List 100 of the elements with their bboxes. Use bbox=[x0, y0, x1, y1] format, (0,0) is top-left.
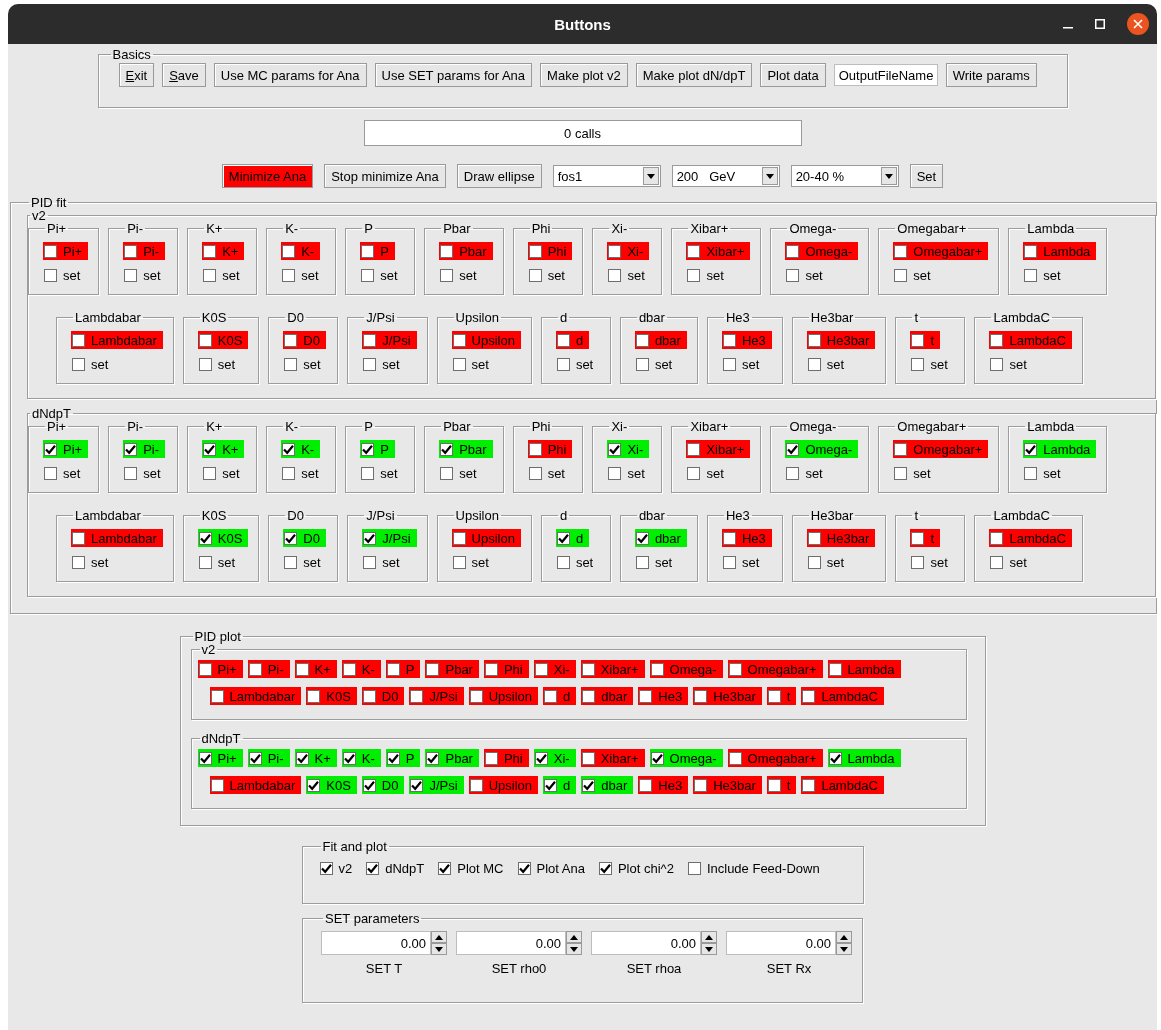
checkbox[interactable] bbox=[72, 531, 85, 545]
checkbox[interactable] bbox=[534, 751, 548, 765]
checkbox[interactable] bbox=[786, 466, 800, 480]
checkbox[interactable] bbox=[282, 466, 296, 480]
checkbox[interactable] bbox=[894, 244, 908, 258]
increment-button[interactable] bbox=[431, 931, 447, 943]
checkbox[interactable] bbox=[361, 244, 375, 258]
checkbox[interactable] bbox=[342, 751, 356, 765]
checkbox[interactable] bbox=[452, 333, 466, 347]
checkbox-option[interactable]: set bbox=[721, 553, 761, 572]
checkbox[interactable] bbox=[410, 689, 424, 703]
particle-toggle[interactable]: D0 bbox=[283, 331, 326, 349]
particle-toggle[interactable]: D0 bbox=[283, 529, 326, 547]
toolbar-button[interactable]: Exit bbox=[118, 63, 155, 87]
checkbox[interactable] bbox=[342, 662, 356, 676]
checkbox[interactable] bbox=[386, 662, 400, 676]
checkbox[interactable] bbox=[728, 662, 742, 676]
checkbox-option[interactable]: set bbox=[555, 553, 595, 571]
checkbox-option[interactable]: set bbox=[202, 464, 241, 482]
checkbox[interactable] bbox=[517, 861, 531, 875]
particle-toggle[interactable]: t bbox=[910, 529, 941, 547]
particle-toggle[interactable]: K+ bbox=[202, 242, 245, 260]
particle-toggle[interactable]: Pbar bbox=[439, 440, 493, 458]
checkbox[interactable] bbox=[1024, 442, 1038, 456]
checkbox[interactable] bbox=[687, 244, 701, 258]
checkbox-option[interactable]: set bbox=[989, 553, 1028, 572]
checkbox[interactable] bbox=[72, 358, 85, 371]
checkbox-option[interactable]: set bbox=[451, 355, 490, 374]
checkbox[interactable] bbox=[124, 269, 138, 282]
particle-toggle[interactable]: J/Psi bbox=[409, 687, 464, 705]
particle-toggle[interactable]: Pi+ bbox=[43, 440, 89, 458]
checkbox[interactable] bbox=[556, 531, 570, 545]
checkbox[interactable] bbox=[528, 269, 542, 282]
checkbox[interactable] bbox=[534, 662, 548, 676]
checkbox[interactable] bbox=[469, 689, 483, 703]
checkbox[interactable] bbox=[386, 751, 400, 765]
decrement-button[interactable] bbox=[566, 943, 582, 955]
checkbox[interactable] bbox=[728, 751, 742, 765]
particle-toggle[interactable]: Pbar bbox=[425, 660, 479, 678]
increment-button[interactable] bbox=[566, 931, 582, 943]
checkbox[interactable] bbox=[608, 269, 622, 282]
particle-toggle[interactable]: He3bar bbox=[806, 529, 876, 547]
particle-toggle[interactable]: P bbox=[385, 749, 421, 767]
checkbox-option[interactable]: set bbox=[893, 266, 932, 285]
checkbox[interactable] bbox=[650, 751, 664, 765]
checkbox[interactable] bbox=[295, 662, 309, 676]
checkbox[interactable] bbox=[410, 778, 424, 792]
checkbox[interactable] bbox=[722, 531, 736, 545]
particle-toggle[interactable]: Omega- bbox=[785, 440, 859, 458]
checkbox-option[interactable]: set bbox=[281, 464, 320, 482]
particle-toggle[interactable]: d bbox=[543, 687, 577, 705]
particle-toggle[interactable]: Lambda bbox=[827, 660, 901, 678]
checkbox[interactable] bbox=[767, 689, 781, 703]
maximize-icon[interactable] bbox=[1095, 19, 1105, 29]
particle-toggle[interactable]: P bbox=[360, 440, 395, 458]
checkbox[interactable] bbox=[440, 466, 454, 480]
checkbox-option[interactable]: set bbox=[362, 553, 401, 571]
particle-toggle[interactable]: Pi+ bbox=[43, 242, 89, 260]
checkbox[interactable] bbox=[722, 556, 736, 569]
checkbox-option[interactable]: set bbox=[686, 266, 725, 285]
checkbox-option[interactable]: set bbox=[283, 553, 322, 571]
checkbox-option[interactable]: set bbox=[555, 355, 595, 374]
increment-button[interactable] bbox=[701, 931, 717, 943]
toolbar-button[interactable]: Use SET params for Ana bbox=[374, 63, 533, 87]
checkbox[interactable] bbox=[687, 861, 701, 875]
checkbox[interactable] bbox=[44, 244, 57, 258]
checkbox[interactable] bbox=[556, 555, 570, 569]
checkbox[interactable] bbox=[295, 751, 309, 765]
checkbox[interactable] bbox=[198, 333, 212, 347]
particle-toggle[interactable]: d bbox=[555, 331, 590, 349]
checkbox[interactable] bbox=[363, 555, 377, 569]
checkbox[interactable] bbox=[363, 333, 377, 347]
checkbox[interactable] bbox=[72, 333, 85, 347]
particle-toggle[interactable]: P bbox=[360, 242, 395, 260]
checkbox[interactable] bbox=[639, 689, 653, 703]
checkbox-option[interactable]: set bbox=[43, 266, 82, 285]
checkbox-option[interactable]: set bbox=[123, 464, 162, 482]
checkbox[interactable] bbox=[124, 442, 138, 456]
checkbox[interactable] bbox=[72, 556, 85, 569]
checkbox[interactable] bbox=[608, 466, 622, 480]
checkbox-option[interactable]: set bbox=[202, 266, 241, 285]
checkbox[interactable] bbox=[307, 689, 321, 703]
number-field[interactable]: 0.00 bbox=[591, 931, 701, 955]
particle-toggle[interactable]: K+ bbox=[294, 749, 337, 767]
checkbox-option[interactable]: set bbox=[607, 266, 646, 285]
checkbox-option[interactable]: set bbox=[910, 355, 949, 374]
particle-toggle[interactable]: LambdaC bbox=[801, 687, 884, 705]
checkbox[interactable] bbox=[282, 244, 296, 258]
checkbox[interactable] bbox=[1024, 244, 1038, 258]
checkbox[interactable] bbox=[203, 466, 217, 480]
checkbox[interactable] bbox=[894, 269, 908, 282]
particle-toggle[interactable]: K- bbox=[341, 660, 381, 678]
checkbox[interactable] bbox=[807, 531, 821, 545]
particle-toggle[interactable]: D0 bbox=[361, 776, 405, 794]
checkbox-option[interactable]: set bbox=[360, 464, 399, 482]
particle-toggle[interactable]: LambdaC bbox=[801, 776, 884, 794]
checkbox[interactable] bbox=[440, 244, 454, 258]
particle-toggle[interactable]: Lambdabar bbox=[71, 529, 163, 547]
checkbox[interactable] bbox=[528, 244, 542, 258]
checkbox[interactable] bbox=[363, 358, 377, 371]
